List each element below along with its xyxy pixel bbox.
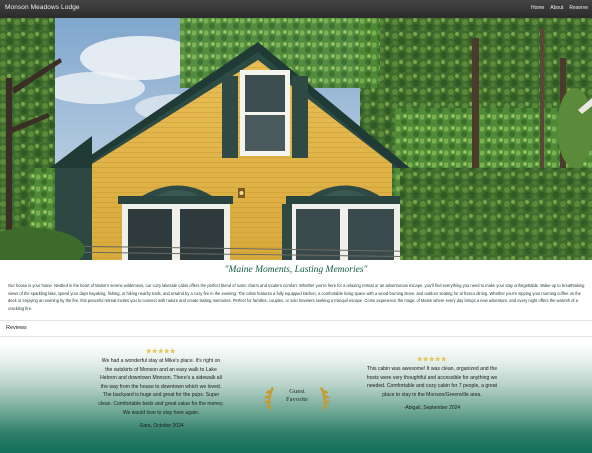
badge-label: Guest Favorite bbox=[262, 388, 332, 404]
reviews-section: ★★★★★ We had a wonderful stay at Mike's … bbox=[0, 343, 592, 453]
tagline: "Maine Moments, Lasting Memories" bbox=[224, 265, 368, 275]
badge-line-2: Favorite bbox=[286, 396, 308, 404]
top-nav-bar: Monson Meadows Lodge Home About Reserve bbox=[0, 0, 592, 18]
review-card: ★★★★★ We had a wonderful stay at Mike's … bbox=[98, 348, 224, 429]
main-nav: Home About Reserve bbox=[531, 5, 588, 11]
section-divider bbox=[0, 336, 592, 337]
site-brand[interactable]: Monson Meadows Lodge bbox=[5, 4, 80, 11]
nav-about[interactable]: About bbox=[550, 5, 563, 11]
review-text: We had a wonderful stay at Mike's place.… bbox=[98, 358, 224, 416]
review-text: This cabin was awesome! It was clean, or… bbox=[366, 366, 498, 398]
guest-favorite-badge: Guest Favorite bbox=[262, 383, 332, 415]
star-rating-icon: ★★★★★ bbox=[146, 349, 176, 355]
review-card: ★★★★★ This cabin was awesome! It was cle… bbox=[366, 356, 498, 411]
reviews-heading: Reviews bbox=[6, 325, 27, 331]
badge-line-1: Guest bbox=[289, 388, 305, 395]
nav-reserve[interactable]: Reserve bbox=[569, 5, 588, 11]
star-rating-icon: ★★★★★ bbox=[417, 357, 447, 363]
about-paragraph: Our house is your home. Nestled in the h… bbox=[8, 283, 585, 311]
hero-image bbox=[0, 18, 592, 260]
section-divider bbox=[0, 320, 592, 321]
nav-home[interactable]: Home bbox=[531, 5, 544, 11]
review-author: -Sara, October 2024 bbox=[138, 423, 184, 430]
review-author: -Abigail, September 2024 bbox=[403, 405, 461, 412]
